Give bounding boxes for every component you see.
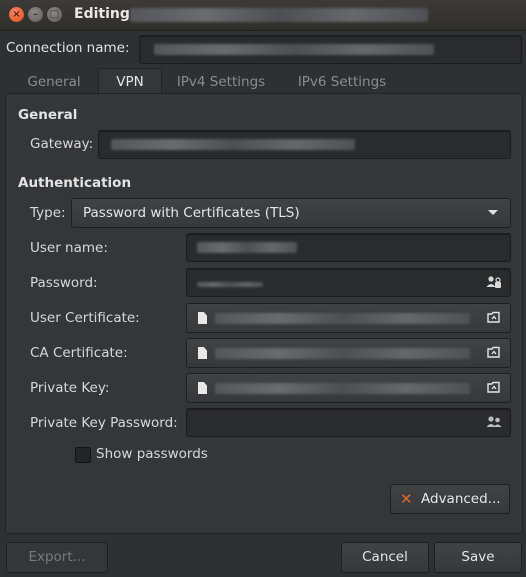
- gateway-label: Gateway:: [30, 136, 94, 152]
- tools-icon: ✕: [400, 490, 413, 508]
- general-heading: General: [18, 107, 78, 123]
- type-select-value: Password with Certificates (TLS): [83, 205, 300, 221]
- minimize-icon[interactable]: –: [28, 7, 43, 22]
- password-input[interactable]: [186, 268, 511, 297]
- dropdown-arrow-icon: [488, 210, 498, 215]
- user-name-input[interactable]: [186, 233, 511, 262]
- close-icon[interactable]: ×: [9, 7, 24, 22]
- private-key-password-label: Private Key Password:: [30, 415, 178, 431]
- save-button[interactable]: Save: [434, 542, 522, 573]
- maximize-icon[interactable]: □: [47, 7, 62, 22]
- advanced-button-label: Advanced...: [421, 491, 501, 507]
- private-key-password-input[interactable]: [186, 408, 511, 437]
- open-folder-icon: [487, 381, 500, 393]
- type-select[interactable]: Password with Certificates (TLS): [71, 198, 511, 228]
- private-key-label: Private Key:: [30, 380, 110, 396]
- user-certificate-chooser[interactable]: [186, 303, 511, 333]
- user-group-icon[interactable]: [486, 275, 502, 290]
- tab-general[interactable]: General: [14, 71, 94, 93]
- tab-ipv4-settings[interactable]: IPv4 Settings: [166, 71, 276, 93]
- window-title: Editing: [74, 6, 130, 22]
- show-passwords-label[interactable]: Show passwords: [96, 446, 208, 462]
- file-icon: [198, 347, 207, 359]
- password-label: Password:: [30, 275, 98, 291]
- ca-certificate-chooser[interactable]: [186, 338, 511, 368]
- cancel-button[interactable]: Cancel: [341, 542, 429, 573]
- private-key-chooser[interactable]: [186, 373, 511, 403]
- file-icon: [198, 382, 207, 394]
- connection-name-input[interactable]: [139, 35, 522, 64]
- open-folder-icon: [487, 311, 500, 323]
- user-certificate-label: User Certificate:: [30, 310, 140, 326]
- user-group-icon[interactable]: [486, 415, 502, 430]
- advanced-button[interactable]: ✕ Advanced...: [390, 484, 510, 514]
- open-folder-icon: [487, 346, 500, 358]
- file-icon: [198, 312, 207, 324]
- user-name-label: User name:: [30, 240, 108, 256]
- tab-ipv6-settings[interactable]: IPv6 Settings: [286, 71, 398, 93]
- export-button[interactable]: Export...: [6, 542, 108, 573]
- connection-name-label: Connection name:: [6, 40, 130, 56]
- gateway-input[interactable]: [98, 130, 511, 159]
- tab-vpn[interactable]: VPN: [98, 68, 162, 95]
- type-label: Type:: [30, 205, 66, 221]
- show-passwords-checkbox[interactable]: [75, 447, 91, 463]
- authentication-heading: Authentication: [18, 175, 132, 191]
- redacted-title: [130, 8, 428, 22]
- ca-certificate-label: CA Certificate:: [30, 345, 128, 361]
- window-titlebar: × – □ Editing: [0, 0, 526, 31]
